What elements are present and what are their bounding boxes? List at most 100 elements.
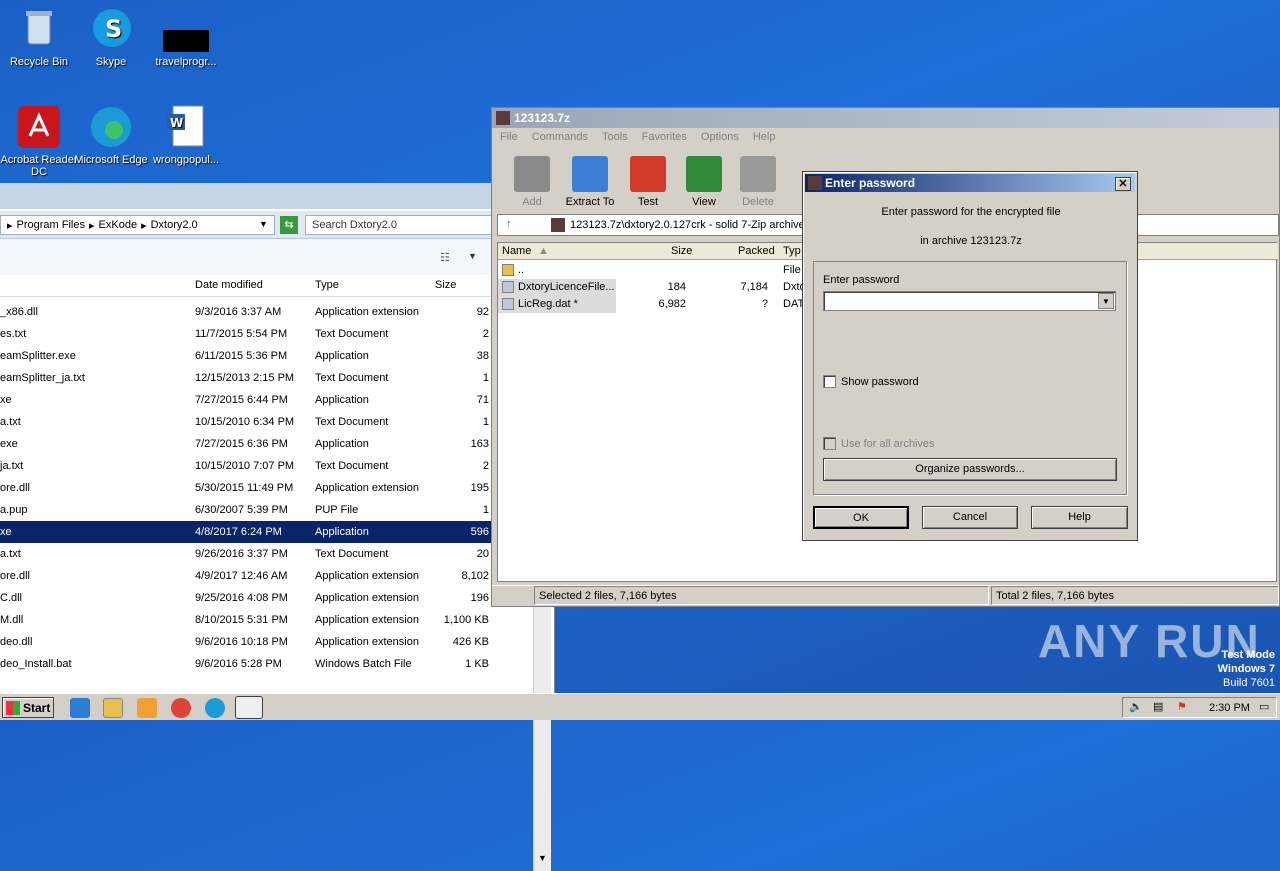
show-desktop-icon[interactable]: ▭ [1259,700,1269,713]
desktop-icon-acrobat[interactable]: Acrobat Reader DC [0,104,78,178]
clock[interactable]: 2:30 PM [1209,702,1250,714]
extract-to-button[interactable]: Extract To [560,156,620,208]
media-player-icon[interactable] [137,698,157,718]
os-build: Build 7601 [1223,677,1275,689]
table-row[interactable]: ore.dll 4/9/2017 12:46 AM Application exte… [0,565,540,587]
view-button[interactable]: View [674,156,734,208]
column-size[interactable]: Size [435,279,456,291]
status-left: Selected 2 files, 7,166 bytes [534,586,989,605]
column-type[interactable]: Type [315,279,339,291]
show-password-checkbox[interactable] [823,375,836,388]
list-item[interactable]: .. File [498,262,818,279]
column-type[interactable]: Typ [783,245,801,257]
flag-icon[interactable]: ⚑ [1177,700,1187,713]
table-row[interactable]: M.dll 8/10/2015 5:31 PM Application extens… [0,609,540,631]
file-name: deo_Install.bat [0,658,72,670]
refresh-icon[interactable]: ⇆ [280,216,298,234]
table-row[interactable]: es.txt 11/7/2015 5:54 PM Text Document 2 [0,323,540,345]
table-row[interactable]: xe 4/8/2017 6:24 PM Application 596 [0,521,540,543]
column-packed[interactable]: Packed [738,245,775,257]
file-size: 163 [470,438,489,450]
file-size: 1 [482,372,489,384]
file-date: 12/15/2013 2:15 PM [195,372,295,384]
add-button[interactable]: Add [502,156,562,208]
table-row[interactable]: exe 7/27/2015 6:36 PM Application 163 [0,433,540,455]
table-row[interactable]: a.pup 6/30/2007 5:39 PM PUP File 1 [0,499,540,521]
file-type: Text Document [315,548,389,560]
chevron-down-icon[interactable]: ▼ [468,251,477,261]
chevron-down-icon[interactable]: ▼ [1098,293,1114,309]
ok-button[interactable]: OK [813,506,909,529]
chevron-down-icon[interactable]: ▼ [538,853,547,863]
close-icon[interactable]: ✕ [1115,177,1131,191]
list-item[interactable]: LicReg.dat * 6,982? DAT [498,296,818,313]
desktop-icon-label: Acrobat Reader DC [0,154,78,178]
desktop-icon-recycle-bin[interactable]: Recycle Bin [0,6,78,68]
use-for-all-label: Use for all archives [841,438,935,450]
view-options-icon[interactable]: ☷ [440,251,450,264]
edge-taskbar-icon[interactable] [205,698,225,718]
ie-icon[interactable] [70,698,90,718]
desktop-icon-skype[interactable]: S Skype [72,6,150,68]
table-row[interactable]: xe 7/27/2015 6:44 PM Application 71 [0,389,540,411]
breadcrumb-item[interactable]: Dxtory2.0 [151,219,198,231]
help-button[interactable]: Help [1031,506,1128,529]
menu-options[interactable]: Options [701,131,739,145]
password-group: Enter password ▼ Show password Use for a… [813,261,1127,495]
start-button[interactable]: Start [2,697,54,718]
column-size[interactable]: Size [671,245,692,257]
7zip-app-icon [496,111,510,125]
file-type: Application extension [315,592,419,604]
delete-button[interactable]: Delete [728,156,788,208]
table-row[interactable]: a.txt 10/15/2010 6:34 PM Text Document 1 [0,411,540,433]
file-name: xe [0,394,12,406]
chrome-icon[interactable] [171,698,191,718]
test-button[interactable]: Test [618,156,678,208]
up-arrow-icon[interactable]: ↑ [506,218,512,230]
menu-bar: File Commands Tools Favorites Options He… [492,128,1279,148]
file-date: 7/27/2015 6:36 PM [195,438,288,450]
file-name: ja.txt [0,460,24,472]
table-row[interactable]: ja.txt 10/15/2010 7:07 PM Text Document 2 [0,455,540,477]
chevron-down-icon[interactable]: ▼ [259,219,268,229]
menu-commands[interactable]: Commands [532,131,588,145]
table-row[interactable]: _x86.dll 9/3/2016 3:37 AM Application exte… [0,301,540,323]
breadcrumb-item[interactable]: ExKode [99,219,138,231]
table-row[interactable]: eamSplitter_ja.txt 12/15/2013 2:15 PM Text… [0,367,540,389]
taskbar: Start 🔈 ▤ ⚑ 2:30 PM ▭ [0,693,1280,720]
7zip-taskbar-icon[interactable] [235,696,263,719]
desktop-icon-travel[interactable]: travelprogr... [147,6,225,68]
desktop-icon-word[interactable]: W wrongpopul... [147,104,225,166]
menu-help[interactable]: Help [753,131,776,145]
menu-file[interactable]: File [500,131,518,145]
vertical-scrollbar[interactable]: ▼ [533,603,551,871]
item-size: 6,982 [658,298,686,310]
item-name: .. [518,264,525,276]
password-input[interactable]: ▼ [823,291,1116,311]
explorer-taskbar-icon[interactable] [103,698,123,718]
column-date-modified[interactable]: Date modified [195,279,263,291]
table-row[interactable]: C.dll 9/25/2016 4:08 PM Application extens… [0,587,540,609]
column-name[interactable]: Name [502,245,531,257]
network-icon[interactable]: ▤ [1153,700,1163,713]
breadcrumb[interactable]: ▸ Program Files ▸ ExKode ▸ Dxtory2.0 [0,215,275,235]
file-date: 4/9/2017 12:46 AM [195,570,288,582]
desktop-icon-edge[interactable]: Microsoft Edge [72,104,150,166]
cancel-button[interactable]: Cancel [922,506,1018,529]
table-row[interactable]: ore.dll 5/30/2015 11:49 PM Application ext… [0,477,540,499]
desktop-icon-label: Microsoft Edge [74,154,148,166]
menu-tools[interactable]: Tools [602,131,628,145]
file-name: eamSplitter.exe [0,350,76,362]
use-for-all-checkbox[interactable] [823,437,836,450]
file-size: 8,102 [461,570,489,582]
table-row[interactable]: deo_Install.bat 9/6/2016 5:28 PM Windows B… [0,653,540,675]
breadcrumb-item[interactable]: Program Files [17,219,85,231]
organize-passwords-button[interactable]: Organize passwords... [823,458,1117,481]
speaker-icon[interactable]: 🔈 [1129,700,1143,713]
table-row[interactable]: deo.dll 9/6/2016 10:18 PM Application exte… [0,631,540,653]
chevron-right-icon: ▸ [141,219,147,232]
table-row[interactable]: eamSplitter.exe 6/11/2015 5:36 PM Applicat… [0,345,540,367]
menu-favorites[interactable]: Favorites [642,131,687,145]
list-item[interactable]: DxtoryLicenceFile... 184 7,184 Dxto [498,279,818,296]
table-row[interactable]: a.txt 9/26/2016 3:37 PM Text Document 20 [0,543,540,565]
